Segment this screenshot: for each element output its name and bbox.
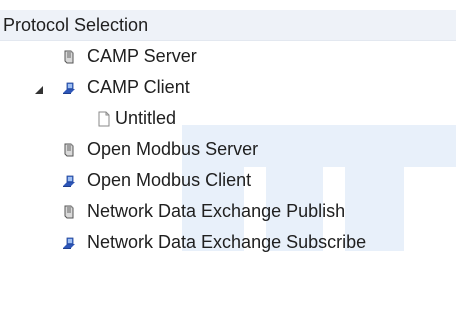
tree-item-label: Network Data Exchange Publish xyxy=(87,201,346,221)
tree-item-label: Untitled xyxy=(115,108,177,128)
tree-item-label: Open Modbus Server xyxy=(87,139,259,159)
tree-item-label: Open Modbus Client xyxy=(87,170,252,190)
tree-item-network-data-exchange-publish[interactable]: Network Data Exchange Publish xyxy=(0,196,456,227)
tree-item-label: CAMP Client xyxy=(87,77,190,97)
tree-item-open-modbus-client[interactable]: Open Modbus Client xyxy=(0,165,456,196)
protocol-tree: CAMP Server CAMP Client Untitled Open Mo… xyxy=(0,41,456,314)
client-icon xyxy=(61,173,77,189)
server-icon xyxy=(61,49,77,65)
server-icon xyxy=(61,142,77,158)
tree-item-untitled[interactable]: Untitled xyxy=(0,103,456,134)
expand-collapse-icon[interactable] xyxy=(34,82,44,94)
document-icon xyxy=(96,111,112,127)
tree-item-network-data-exchange-subscribe[interactable]: Network Data Exchange Subscribe xyxy=(0,227,456,258)
panel-header: Protocol Selection xyxy=(0,10,456,41)
tree-item-label: CAMP Server xyxy=(87,46,197,66)
protocol-selection-panel: Protocol Selection CAMP Server CAMP Clie… xyxy=(0,0,456,314)
tree-item-open-modbus-server[interactable]: Open Modbus Server xyxy=(0,134,456,165)
tree-item-camp-client[interactable]: CAMP Client xyxy=(0,72,456,103)
panel-title: Protocol Selection xyxy=(3,15,149,35)
server-icon xyxy=(61,204,77,220)
tree-item-label: Network Data Exchange Subscribe xyxy=(87,232,367,252)
client-icon xyxy=(61,80,77,96)
client-icon xyxy=(61,235,77,251)
tree-item-camp-server[interactable]: CAMP Server xyxy=(0,41,456,72)
